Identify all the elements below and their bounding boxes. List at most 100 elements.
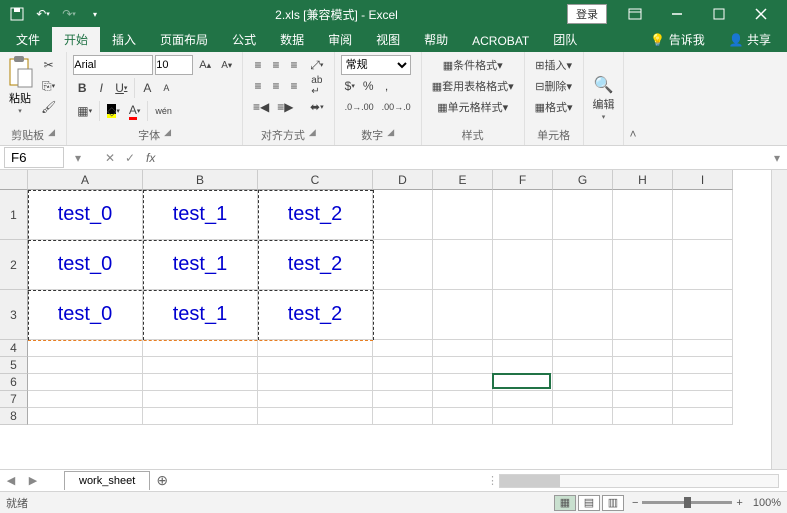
cell[interactable] [258,357,373,374]
cell[interactable] [433,374,493,391]
decrease-font-alt-icon[interactable]: A [157,78,175,98]
formula-input[interactable] [161,148,767,167]
cell[interactable] [143,357,258,374]
tab-help[interactable]: 帮助 [412,27,460,52]
paste-label[interactable]: 粘贴 [9,90,31,106]
cell[interactable] [373,357,433,374]
align-top-icon[interactable]: ≡ [249,55,267,75]
cell[interactable] [613,340,673,357]
increase-font-icon[interactable]: A▴ [195,55,215,75]
cell[interactable] [143,408,258,425]
cell[interactable] [143,340,258,357]
tab-view[interactable]: 视图 [364,27,412,52]
tab-data[interactable]: 数据 [268,27,316,52]
cell[interactable] [673,408,733,425]
cell[interactable] [493,408,553,425]
zoom-slider[interactable] [642,501,732,504]
sheet-tab[interactable]: work_sheet [64,471,150,490]
cell[interactable] [258,391,373,408]
ribbon-display-icon[interactable] [615,1,655,27]
align-middle-icon[interactable]: ≡ [267,55,285,75]
cell[interactable] [673,391,733,408]
cell-styles-button[interactable]: ▦ 单元格样式 ▾ [428,97,518,117]
decrease-decimal-icon[interactable]: .00→.0 [378,97,415,117]
column-header[interactable]: I [673,170,733,190]
cell[interactable] [673,190,733,240]
cancel-formula-icon[interactable]: ✕ [100,151,120,165]
paste-dropdown-icon[interactable]: ▾ [18,107,22,115]
zoom-in-icon[interactable]: + [736,497,742,509]
cell[interactable] [433,190,493,240]
tab-acrobat[interactable]: ACROBAT [460,30,541,52]
column-header[interactable]: C [258,170,373,190]
cell[interactable] [613,290,673,340]
enter-formula-icon[interactable]: ✓ [120,151,140,165]
tab-home[interactable]: 开始 [52,27,100,52]
cell[interactable] [553,340,613,357]
increase-decimal-icon[interactable]: .0→.00 [341,97,378,117]
vertical-scrollbar[interactable] [771,170,787,469]
wrap-text-icon[interactable]: ab↵ [306,76,328,96]
orientation-icon[interactable]: ⤢▾ [306,55,328,75]
cell[interactable] [433,240,493,290]
cell[interactable] [258,408,373,425]
cell[interactable] [553,374,613,391]
cell[interactable] [258,340,373,357]
tab-team[interactable]: 团队 [541,27,589,52]
cell[interactable] [493,357,553,374]
column-header[interactable]: D [373,170,433,190]
increase-font-alt-icon[interactable]: A [138,78,156,98]
align-center-icon[interactable]: ≡ [267,76,285,96]
phonetic-icon[interactable]: wén [151,101,176,121]
cell[interactable] [433,357,493,374]
cell[interactable]: test_0 [28,240,143,290]
fill-color-icon[interactable]: ◇▾ [103,101,124,121]
cell[interactable] [373,340,433,357]
cell[interactable] [673,290,733,340]
cell[interactable]: test_2 [258,240,373,290]
zoom-level[interactable]: 100% [753,497,781,509]
align-left-icon[interactable]: ≡ [249,76,267,96]
cell[interactable]: test_1 [143,240,258,290]
tab-insert[interactable]: 插入 [100,27,148,52]
cell[interactable] [143,374,258,391]
accounting-format-icon[interactable]: $▾ [341,76,359,96]
row-header[interactable]: 8 [0,408,28,425]
cell[interactable] [673,240,733,290]
alignment-dialog-launcher-icon[interactable]: ◢ [309,127,316,143]
cell-grid[interactable]: test_0test_1test_2test_0test_1test_2test… [28,190,733,425]
cell[interactable] [28,357,143,374]
format-painter-icon[interactable]: 🖌 [37,97,60,117]
page-break-view-icon[interactable]: ▥ [602,495,624,511]
cell[interactable] [673,357,733,374]
comma-format-icon[interactable]: , [378,76,396,96]
tab-review[interactable]: 审阅 [316,27,364,52]
clipboard-dialog-launcher-icon[interactable]: ◢ [48,127,55,143]
tab-layout[interactable]: 页面布局 [148,27,220,52]
login-button[interactable]: 登录 [567,4,607,24]
cell[interactable] [493,391,553,408]
share-button[interactable]: 👤 共享 [717,27,783,52]
decrease-indent-icon[interactable]: ≡◀ [249,97,273,117]
cell[interactable] [28,374,143,391]
cell[interactable] [613,374,673,391]
cell[interactable] [373,391,433,408]
page-layout-view-icon[interactable]: ▤ [578,495,600,511]
qat-customize-icon[interactable]: ▾ [84,3,106,25]
find-select-icon[interactable]: 🔍 [590,75,618,95]
cell[interactable] [493,240,553,290]
add-sheet-icon[interactable]: ⊕ [150,472,174,489]
redo-icon[interactable]: ↷▾ [58,3,80,25]
underline-button[interactable]: U▾ [111,78,131,98]
font-color-icon[interactable]: A▾ [125,101,145,121]
undo-icon[interactable]: ↶▾ [32,3,54,25]
cell[interactable] [373,408,433,425]
cell[interactable] [613,391,673,408]
row-header[interactable]: 4 [0,340,28,357]
cell[interactable] [373,240,433,290]
maximize-icon[interactable] [699,1,739,27]
column-header[interactable]: B [143,170,258,190]
format-cells-button[interactable]: ▦ 格式 ▾ [531,97,577,117]
save-icon[interactable] [6,3,28,25]
cell[interactable] [143,391,258,408]
